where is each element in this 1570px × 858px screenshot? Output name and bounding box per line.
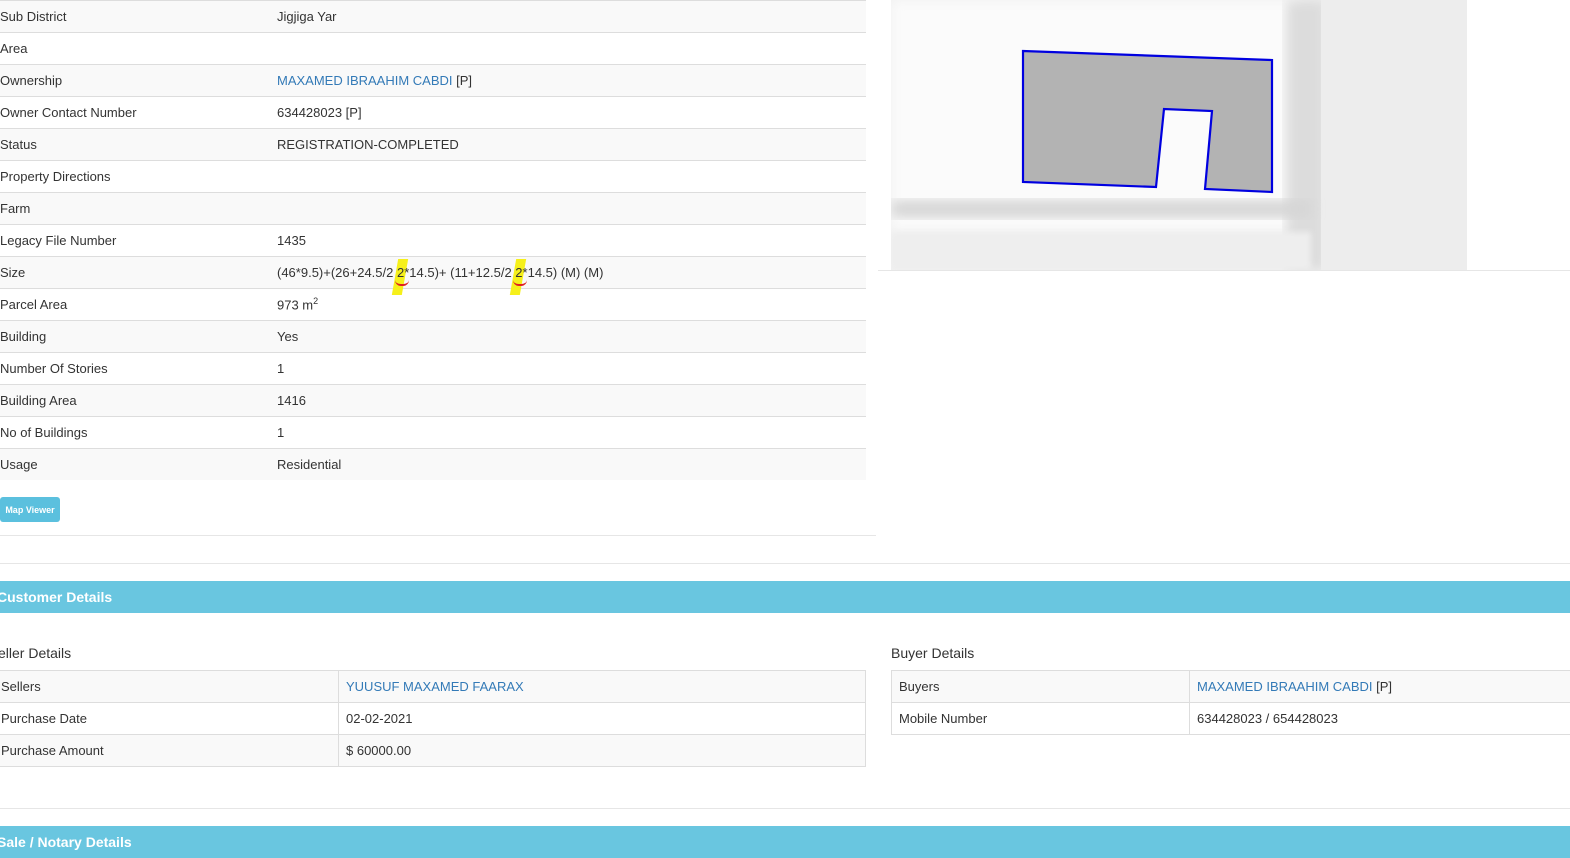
table-row: Property Directions (0, 161, 866, 193)
size-text-part: (46*9.5)+(26+24.5/2 (277, 265, 397, 280)
table-row: Buyers MAXAMED IBRAAHIM CABDI [P] (892, 671, 1570, 703)
divider (0, 563, 1570, 564)
parcel-area-value: 973 m (277, 298, 313, 313)
customer-details-header[interactable]: Customer Details (0, 581, 1570, 613)
parcel-map-image (891, 0, 1467, 270)
row-value: 1416 (277, 385, 866, 417)
sale-notary-details-header[interactable]: Sale / Notary Details (0, 826, 1570, 858)
seller-details-title: eller Details (0, 645, 71, 661)
table-row: Farm (0, 193, 866, 225)
row-label: Farm (0, 193, 277, 225)
row-label: Size (0, 257, 277, 289)
row-label: Building Area (0, 385, 277, 417)
row-label: Number Of Stories (0, 353, 277, 385)
row-value: 02-02-2021 (339, 703, 866, 735)
red-underline-mark (513, 280, 527, 286)
row-value: Residential (277, 449, 866, 481)
map-viewer-button[interactable]: Map Viewer (0, 497, 60, 522)
row-label: Property Directions (0, 161, 277, 193)
buyer-suffix: [P] (1373, 679, 1393, 694)
red-underline-mark (395, 280, 409, 286)
property-details-table: Sub District Jigjiga Yar Area Ownership … (0, 0, 866, 480)
row-value: Jigjiga Yar (277, 1, 866, 33)
row-value: 634428023 [P] (277, 97, 866, 129)
parcel-polygon (1023, 51, 1272, 192)
row-value: 1 (277, 353, 866, 385)
row-label: Purchase Amount (0, 735, 339, 767)
row-label: Owner Contact Number (0, 97, 277, 129)
row-label: Purchase Date (0, 703, 339, 735)
table-row: No of Buildings 1 (0, 417, 866, 449)
table-row: Purchase Date 02-02-2021 (0, 703, 866, 735)
unit-superscript: 2 (313, 296, 318, 306)
row-value: $ 60000.00 (339, 735, 866, 767)
seller-details-table: Sellers YUUSUF MAXAMED FAARAX Purchase D… (0, 670, 866, 767)
section-title: Customer Details (0, 589, 112, 605)
row-label: Ownership (0, 65, 277, 97)
row-label: Status (0, 129, 277, 161)
divider (0, 808, 1570, 809)
row-value: 1 (277, 417, 866, 449)
highlighted-text: 2 (397, 265, 404, 280)
row-label: Buyers (892, 671, 1190, 703)
row-value: 1435 (277, 225, 866, 257)
table-row: Number Of Stories 1 (0, 353, 866, 385)
owner-suffix: [P] (453, 73, 473, 88)
row-value: YUUSUF MAXAMED FAARAX (339, 671, 866, 703)
row-label: Mobile Number (892, 703, 1190, 735)
row-label: Parcel Area (0, 289, 277, 321)
row-value: MAXAMED IBRAAHIM CABDI [P] (1190, 671, 1570, 703)
row-label: Sub District (0, 1, 277, 33)
row-value: REGISTRATION-COMPLETED (277, 129, 866, 161)
table-row: Sub District Jigjiga Yar (0, 1, 866, 33)
parcel-map[interactable] (891, 0, 1467, 270)
buyer-link[interactable]: MAXAMED IBRAAHIM CABDI (1197, 679, 1373, 694)
row-label: Building (0, 321, 277, 353)
size-value: (46*9.5)+(26+24.5/2 2*14.5)+ (11+12.5/2 … (277, 257, 866, 289)
table-row: Legacy File Number 1435 (0, 225, 866, 257)
row-label: Legacy File Number (0, 225, 277, 257)
row-value (277, 161, 866, 193)
highlighted-text: 2 (515, 265, 522, 280)
highlight-annotation: 2 (515, 265, 522, 280)
seller-link[interactable]: YUUSUF MAXAMED FAARAX (346, 679, 524, 694)
table-row: Sellers YUUSUF MAXAMED FAARAX (0, 671, 866, 703)
size-text-part: *14.5)+ (11+12.5/2 (404, 265, 515, 280)
table-row: Building Yes (0, 321, 866, 353)
row-value: 634428023 / 654428023 (1190, 703, 1570, 735)
buyer-details-title: Buyer Details (891, 645, 974, 661)
table-row: Building Area 1416 (0, 385, 866, 417)
row-label: Sellers (0, 671, 339, 703)
row-value: 973 m2 (277, 289, 866, 321)
highlight-annotation: 2 (397, 265, 404, 280)
divider (0, 535, 876, 536)
table-row: Ownership MAXAMED IBRAAHIM CABDI [P] (0, 65, 866, 97)
owner-link[interactable]: MAXAMED IBRAAHIM CABDI (277, 73, 453, 88)
row-label: Usage (0, 449, 277, 481)
table-row: Mobile Number 634428023 / 654428023 (892, 703, 1570, 735)
size-text-part: *14.5) (M) (M) (523, 265, 604, 280)
row-value (277, 193, 866, 225)
divider (878, 270, 1570, 271)
row-label: No of Buildings (0, 417, 277, 449)
table-row: Usage Residential (0, 449, 866, 481)
table-row: Parcel Area 973 m2 (0, 289, 866, 321)
table-row: Owner Contact Number 634428023 [P] (0, 97, 866, 129)
section-title: Sale / Notary Details (0, 834, 132, 850)
row-value: MAXAMED IBRAAHIM CABDI [P] (277, 65, 866, 97)
row-label: Area (0, 33, 277, 65)
table-row: Size (46*9.5)+(26+24.5/2 2*14.5)+ (11+12… (0, 257, 866, 289)
table-row: Area (0, 33, 866, 65)
table-row: Status REGISTRATION-COMPLETED (0, 129, 866, 161)
row-value: Yes (277, 321, 866, 353)
table-row: Purchase Amount $ 60000.00 (0, 735, 866, 767)
row-value (277, 33, 866, 65)
buyer-details-table: Buyers MAXAMED IBRAAHIM CABDI [P] Mobile… (891, 670, 1570, 735)
